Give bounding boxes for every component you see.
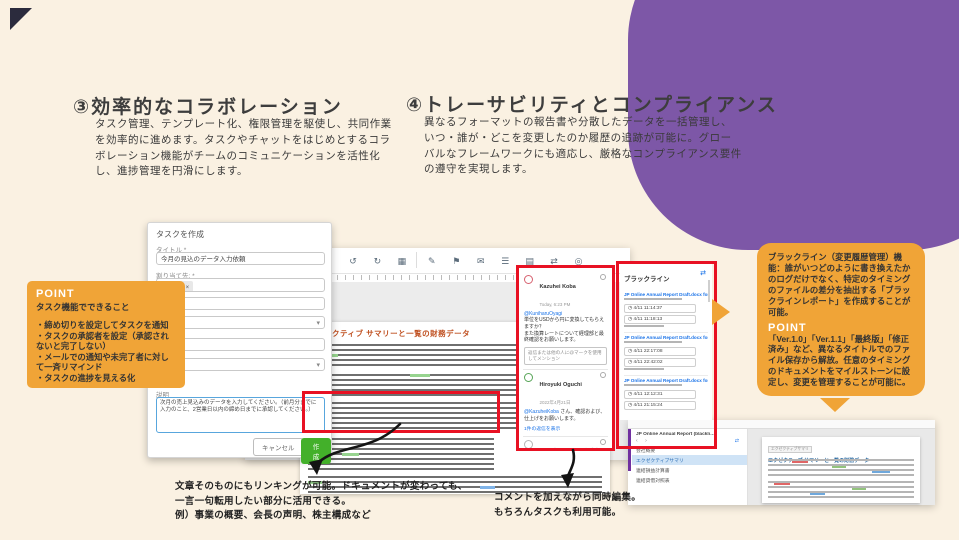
point-box-blackline: ブラックライン（変更履歴管理）機能：誰がいつどのように書き換えたかのログだけでな… [757, 243, 925, 396]
point-box-task: POINT タスク機能でできること ・締め切りを設定してタスクを通知 ・タスクの… [27, 281, 185, 388]
undo-icon[interactable]: ↺ [343, 256, 363, 267]
mail-icon[interactable]: ✉ [471, 256, 491, 267]
description-textarea[interactable]: 次月の売上見込みのデータを入力してください。（前月分までに入力のこと、2営業日以… [156, 397, 325, 433]
red-annotation-box-paragraph [302, 391, 500, 433]
redline-change [774, 483, 790, 485]
link-highlight [342, 453, 359, 456]
link-highlight [480, 486, 495, 489]
sidebar-item-income-statement[interactable]: 連結損益計算書 [632, 465, 747, 475]
document-heading: エクゼクティブ サマリーと一覧の財務データ [308, 328, 470, 339]
create-button[interactable]: 作成 [301, 438, 331, 464]
report-main-area: エクゼクティブサマリ エクゼクティブ サマリーと一覧の財務データ [748, 429, 935, 505]
section-trace-heading: ④トレーサビリティとコンプライアンス [406, 90, 778, 117]
redline-change [872, 471, 890, 473]
sidebar-item-exec-summary[interactable]: エクゼクティブサマリ [632, 455, 747, 465]
red-annotation-box-blackline [616, 261, 717, 449]
redline-change [810, 493, 825, 495]
note-linking: 文章そのものにもリンキングが可能。ドキュメントが変わっても、 一言一句転用したい… [175, 480, 467, 524]
point-bullets: ・締め切りを設定してタスクを通知 ・タスクの承認者を設定（承認されないと完了しな… [36, 320, 176, 384]
section-trace-body: 異なるフォーマットの報告書や分散したデータを一括管理し、いつ・誰が・どこを変更し… [424, 115, 742, 178]
redline-change [852, 488, 866, 490]
report-page[interactable]: エクゼクティブサマリ エクゼクティブ サマリーと一覧の財務データ [762, 437, 920, 503]
chevron-down-icon: ▾ [316, 317, 320, 329]
section-tag: エクゼクティブサマリ [768, 446, 812, 453]
redo-icon[interactable]: ↻ [367, 256, 387, 267]
cancel-button[interactable]: キャンセル [253, 438, 304, 456]
redline-change [832, 466, 846, 468]
point-title: POINT [768, 322, 914, 334]
point-title: POINT [36, 288, 176, 300]
corner-triangle-decoration [10, 8, 32, 30]
compare-icon[interactable]: ⇄ [735, 438, 739, 444]
dialog-title: タスクを作成 [156, 229, 204, 240]
arrow-right-triangle [712, 299, 730, 325]
menu-icon[interactable]: ☰ [495, 256, 515, 267]
link-highlight [410, 374, 430, 377]
redline-change [792, 461, 808, 463]
edit-icon[interactable]: ✎ [422, 256, 442, 267]
red-annotation-box-comments [516, 265, 615, 451]
table-icon[interactable]: ▦ [392, 256, 412, 267]
slide: ③効率的なコラボレーション タスク管理、テンプレート化、権限管理を駆使し、共同作… [0, 0, 959, 540]
title-field[interactable]: 今月の見込のデータ入力依頼 [156, 252, 325, 265]
note-comment: コメントを加えながら同時編集。 もちろんタスクも利用可能。 [494, 491, 641, 520]
flag-icon[interactable]: ⚑ [446, 256, 466, 267]
point-subtitle: タスク機能でできること [36, 301, 176, 313]
sidebar-item-balance-sheet[interactable]: 連結貸借対照表 [632, 475, 747, 485]
chevron-down-icon: ▾ [316, 359, 320, 371]
section-collab-heading: ③効率的なコラボレーション [73, 92, 343, 119]
greeked-paragraph [308, 438, 494, 470]
arrow-down-triangle [820, 398, 850, 412]
section-collab-body: タスク管理、テンプレート化、権限管理を駆使し、共同作業を効率的に進めます。タスク… [95, 117, 400, 180]
point-paragraph: 「Ver.1.0」「Ver.1.1」「最終版」「修正済み」など、異なるタイトルで… [768, 334, 914, 389]
point-paragraph: ブラックライン（変更履歴管理）機能：誰がいつどのように書き換えたかのログだけでな… [768, 252, 914, 318]
